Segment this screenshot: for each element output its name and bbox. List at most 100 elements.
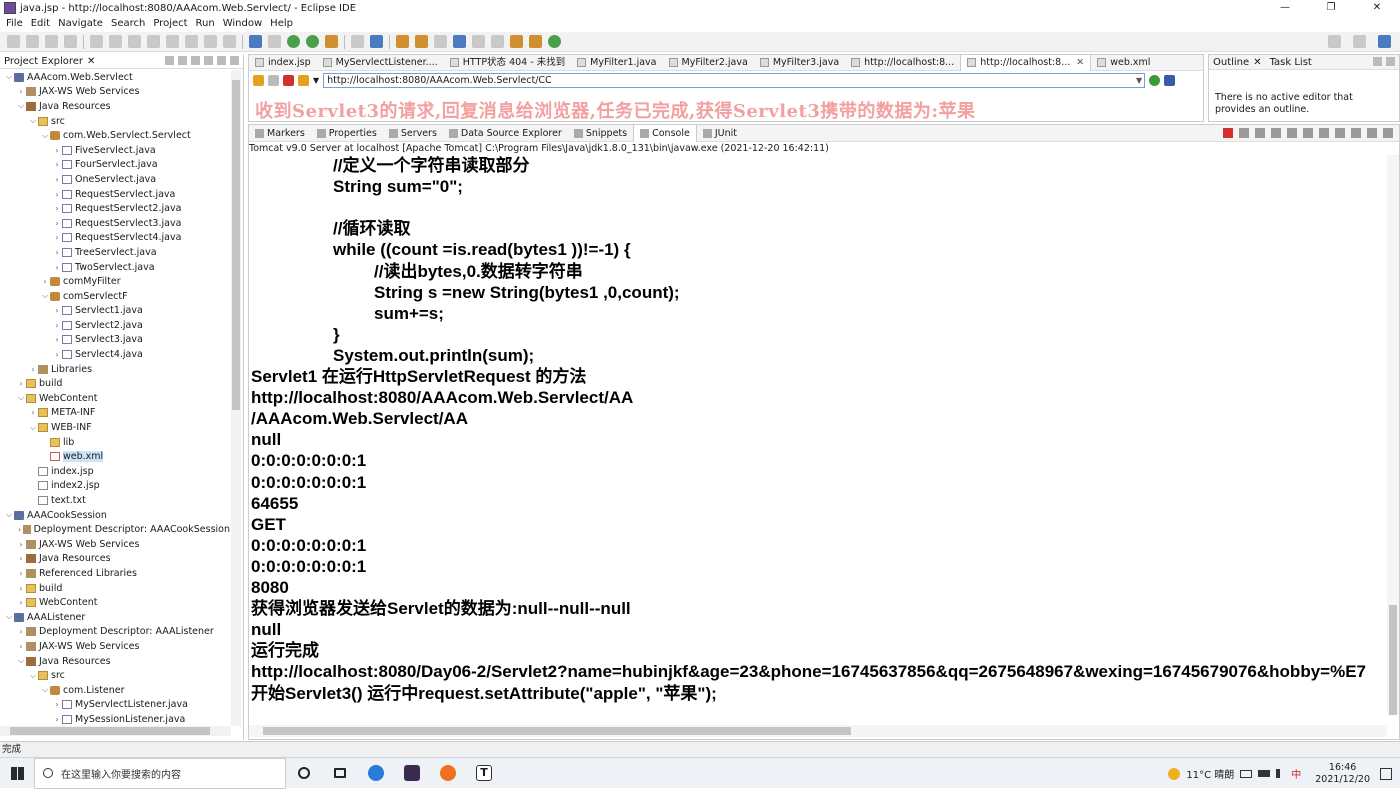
chevron-right-icon[interactable]: ›	[16, 554, 26, 563]
chevron-right-icon[interactable]: ›	[16, 584, 26, 593]
open-external-browser-icon[interactable]	[1164, 74, 1176, 86]
menu-file[interactable]: File	[2, 18, 27, 29]
console-horizontal-scrollbar[interactable]	[249, 725, 1387, 737]
tree-item[interactable]: index.jsp	[0, 464, 230, 479]
tree-item[interactable]: lib	[0, 435, 230, 450]
suspend-icon[interactable]	[128, 35, 141, 48]
url-dropdown-icon[interactable]: ▼	[1136, 74, 1142, 87]
explorer-horizontal-scrollbar[interactable]	[0, 726, 231, 736]
task-view-button[interactable]	[322, 758, 358, 789]
back-icon[interactable]	[253, 74, 264, 86]
collapse-all-icon[interactable]	[165, 56, 174, 65]
chevron-down-icon[interactable]: ⌵	[4, 72, 14, 82]
tree-item[interactable]: › Deployment Descriptor: AAACookSession	[0, 522, 230, 537]
save-icon[interactable]	[26, 35, 39, 48]
console-tab[interactable]: Markers	[249, 128, 311, 139]
menu-help[interactable]: Help	[266, 18, 297, 29]
terminate-icon[interactable]	[147, 35, 160, 48]
display-console-icon[interactable]	[1335, 128, 1345, 138]
chevron-right-icon[interactable]: ›	[52, 350, 62, 359]
chevron-right-icon[interactable]: ›	[52, 204, 62, 213]
chevron-right-icon[interactable]: ›	[16, 540, 26, 549]
java-ee-perspective-icon[interactable]	[1378, 35, 1391, 48]
editor-tab[interactable]: MyFilter3.java	[754, 55, 845, 71]
search-tool-icon[interactable]	[434, 35, 447, 48]
tree-item[interactable]: ⌵ WEB-INF	[0, 420, 230, 435]
chevron-down-icon[interactable]: ⌵	[28, 116, 38, 126]
tree-item[interactable]: › RequestServlect3.java	[0, 216, 230, 231]
menu-search[interactable]: Search	[107, 18, 149, 29]
chevron-right-icon[interactable]: ›	[28, 408, 38, 417]
url-input[interactable]: http://localhost:8080/AAAcom.Web.Servlec…	[323, 72, 1146, 88]
chevron-right-icon[interactable]: ›	[52, 700, 62, 709]
debug-icon[interactable]	[268, 35, 281, 48]
toggle-mark-icon[interactable]	[249, 35, 262, 48]
step-return-icon[interactable]	[223, 35, 236, 48]
tree-item[interactable]: ⌵ AAAcom.Web.Servlect	[0, 70, 230, 85]
terminate-icon[interactable]	[1223, 128, 1233, 138]
editor-tab[interactable]: HTTP状态 404 - 未找到	[444, 55, 571, 71]
tree-item[interactable]: › Servlect3.java	[0, 333, 230, 348]
menu-window[interactable]: Window	[219, 18, 266, 29]
cortana-button[interactable]	[286, 758, 322, 789]
chevron-right-icon[interactable]: ›	[16, 598, 26, 607]
chevron-down-icon[interactable]: ⌵	[28, 423, 38, 433]
console-tab[interactable]: Servers	[383, 128, 443, 139]
chevron-right-icon[interactable]: ›	[52, 219, 62, 228]
battery-icon[interactable]	[1258, 770, 1271, 777]
resume-icon[interactable]	[109, 35, 122, 48]
tree-item[interactable]: › FiveServlect.java	[0, 143, 230, 158]
tree-item[interactable]: web.xml	[0, 449, 230, 464]
chevron-right-icon[interactable]: ›	[16, 627, 26, 636]
tree-item[interactable]: › build	[0, 376, 230, 391]
external-tools-icon[interactable]	[325, 35, 338, 48]
maximize-view-icon[interactable]	[1383, 128, 1393, 138]
tree-item[interactable]: › comMyFilter	[0, 274, 230, 289]
globe-icon[interactable]	[453, 35, 466, 48]
chevron-right-icon[interactable]: ›	[52, 160, 62, 169]
tree-item[interactable]: ⌵ comServlectF	[0, 289, 230, 304]
search-icon[interactable]	[1328, 35, 1341, 48]
taskbar-app-typora[interactable]: T	[466, 758, 502, 789]
ime-indicator[interactable]: 中	[1291, 766, 1301, 781]
console-tab[interactable]: Properties	[311, 128, 383, 139]
annotation-icon[interactable]	[472, 35, 485, 48]
weather-text[interactable]: 11°C 晴朗	[1186, 766, 1234, 781]
project-explorer-title[interactable]: Project Explorer	[4, 56, 83, 67]
word-wrap-icon[interactable]	[1303, 128, 1313, 138]
editor-tab[interactable]: MyServlectListener....	[317, 55, 444, 71]
menu-edit[interactable]: Edit	[27, 18, 54, 29]
tree-item[interactable]: › Java Resources	[0, 552, 230, 567]
open-perspective-icon[interactable]	[1353, 35, 1366, 48]
editor-tab[interactable]: MyFilter1.java	[571, 55, 662, 71]
tree-item[interactable]: › RequestServlect2.java	[0, 201, 230, 216]
chevron-right-icon[interactable]: ›	[16, 87, 26, 96]
chevron-right-icon[interactable]: ›	[52, 248, 62, 257]
minimize-view-icon[interactable]	[217, 56, 226, 65]
maximize-view-icon[interactable]	[230, 56, 239, 65]
step-over-icon[interactable]	[204, 35, 217, 48]
tree-item[interactable]: › Servlect4.java	[0, 347, 230, 362]
editor-tab[interactable]: http://localhost:8...	[845, 55, 960, 71]
tree-item[interactable]: › MySessionListener.java	[0, 712, 230, 726]
link-editor-icon[interactable]	[178, 56, 187, 65]
chevron-down-icon[interactable]: ⌵	[40, 685, 50, 695]
clock[interactable]: 16:46 2021/12/20	[1315, 762, 1370, 786]
close-tab-icon[interactable]: ✕	[1076, 55, 1084, 71]
tab-task-list[interactable]: Task List	[1270, 57, 1312, 68]
taskbar-app-eclipse[interactable]	[394, 758, 430, 789]
chevron-right-icon[interactable]: ›	[52, 306, 62, 315]
tree-item[interactable]: › Servlect1.java	[0, 304, 230, 319]
weather-sun-icon[interactable]	[1168, 767, 1181, 780]
run-icon[interactable]	[287, 35, 300, 48]
chevron-down-icon[interactable]: ⌵	[16, 101, 26, 111]
maximize-view-icon[interactable]	[1386, 57, 1395, 66]
new-icon[interactable]	[7, 35, 20, 48]
console-tab[interactable]: JUnit	[697, 128, 743, 139]
tree-item[interactable]: › Servlect2.java	[0, 318, 230, 333]
tree-item[interactable]: ⌵ com.Web.Servlect.Servlect	[0, 128, 230, 143]
tree-item[interactable]: › Referenced Libraries	[0, 566, 230, 581]
taskbar-search-box[interactable]: 在这里输入你要搜索的内容	[34, 757, 286, 789]
tree-item[interactable]: › build	[0, 581, 230, 596]
step-into-icon[interactable]	[185, 35, 198, 48]
